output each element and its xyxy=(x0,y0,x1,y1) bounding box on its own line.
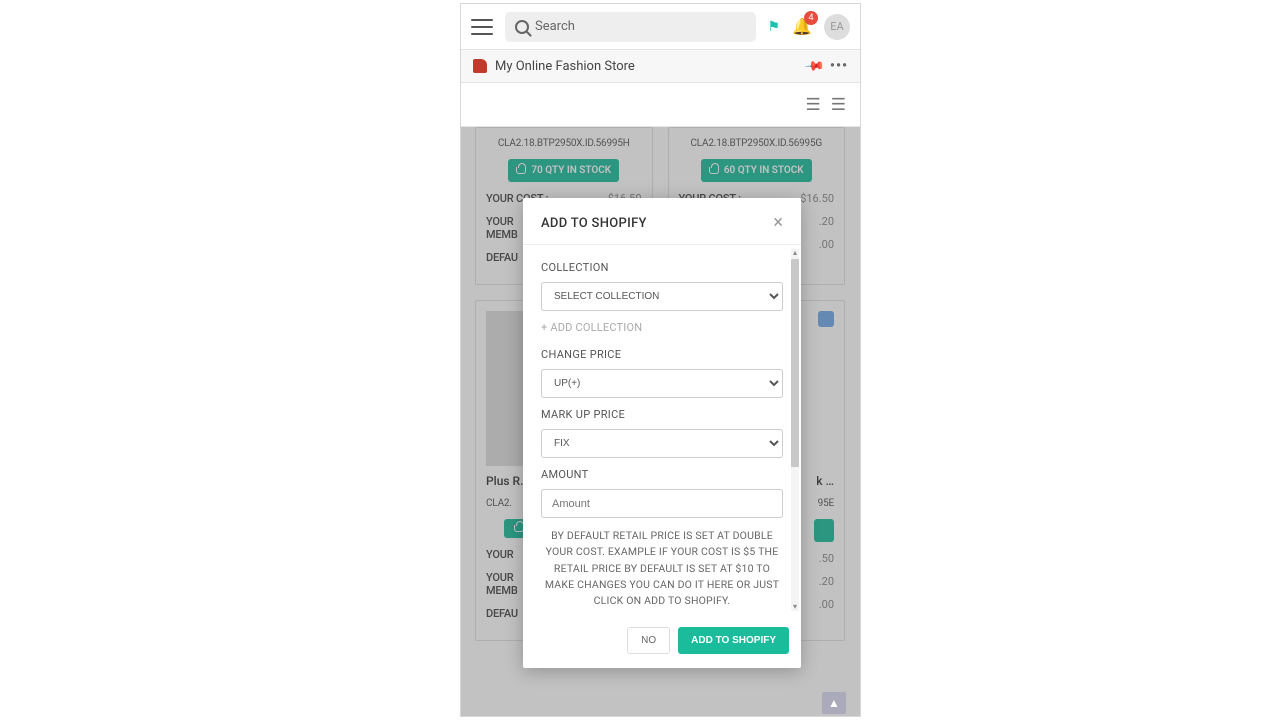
scroll-down-icon[interactable]: ▾ xyxy=(791,603,799,611)
markup-select[interactable]: FIX xyxy=(541,429,783,458)
scroll-up-icon[interactable]: ▴ xyxy=(791,249,799,257)
view-switcher: ☰ ☰ xyxy=(461,83,860,127)
notifications-button[interactable]: 🔔 4 xyxy=(792,17,812,36)
notification-badge: 4 xyxy=(804,11,818,25)
add-to-shopify-button[interactable]: ADD TO SHOPIFY xyxy=(678,627,789,654)
search-input[interactable]: Search xyxy=(505,12,756,42)
search-icon xyxy=(515,20,529,34)
no-button[interactable]: NO xyxy=(627,627,670,654)
scroll-thumb[interactable] xyxy=(791,259,799,467)
amount-label: AMOUNT xyxy=(541,468,783,481)
collection-label: COLLECTION xyxy=(541,261,783,274)
add-collection-link[interactable]: + ADD COLLECTION xyxy=(541,321,783,334)
view-grid-icon[interactable]: ☰ xyxy=(831,95,846,115)
search-placeholder: Search xyxy=(535,19,575,34)
device-frame: Search ⚑ 🔔 4 EA My Online Fashion Store … xyxy=(460,3,861,717)
more-icon[interactable]: ••• xyxy=(830,58,848,74)
helper-text: BY DEFAULT RETAIL PRICE IS SET AT DOUBLE… xyxy=(541,528,783,609)
amount-input[interactable] xyxy=(541,489,783,518)
collection-select[interactable]: SELECT COLLECTION xyxy=(541,282,783,311)
avatar[interactable]: EA xyxy=(824,14,850,40)
change-price-label: CHANGE PRICE xyxy=(541,348,783,361)
modal-footer: NO ADD TO SHOPIFY xyxy=(523,617,801,668)
store-name: My Online Fashion Store xyxy=(495,59,798,74)
top-bar: Search ⚑ 🔔 4 EA xyxy=(461,4,860,50)
change-price-select[interactable]: UP(+) xyxy=(541,369,783,398)
flag-icon[interactable]: ⚑ xyxy=(768,19,781,35)
scroll-top-button[interactable]: ▲ xyxy=(822,692,846,714)
modal-body: ▴ ▾ COLLECTION SELECT COLLECTION + ADD C… xyxy=(523,245,801,617)
markup-label: MARK UP PRICE xyxy=(541,408,783,421)
modal-header: ADD TO SHOPIFY × xyxy=(523,198,801,245)
view-list-icon[interactable]: ☰ xyxy=(806,95,821,115)
close-icon[interactable]: × xyxy=(773,214,783,232)
add-to-shopify-modal: ADD TO SHOPIFY × ▴ ▾ COLLECTION SELECT C… xyxy=(523,198,801,668)
menu-icon[interactable] xyxy=(471,19,493,35)
scrollbar[interactable]: ▴ ▾ xyxy=(791,249,799,611)
store-logo-icon xyxy=(473,59,487,73)
pin-icon[interactable]: 📌 xyxy=(803,55,825,77)
store-bar: My Online Fashion Store 📌 ••• xyxy=(461,50,860,83)
modal-title: ADD TO SHOPIFY xyxy=(541,216,647,231)
